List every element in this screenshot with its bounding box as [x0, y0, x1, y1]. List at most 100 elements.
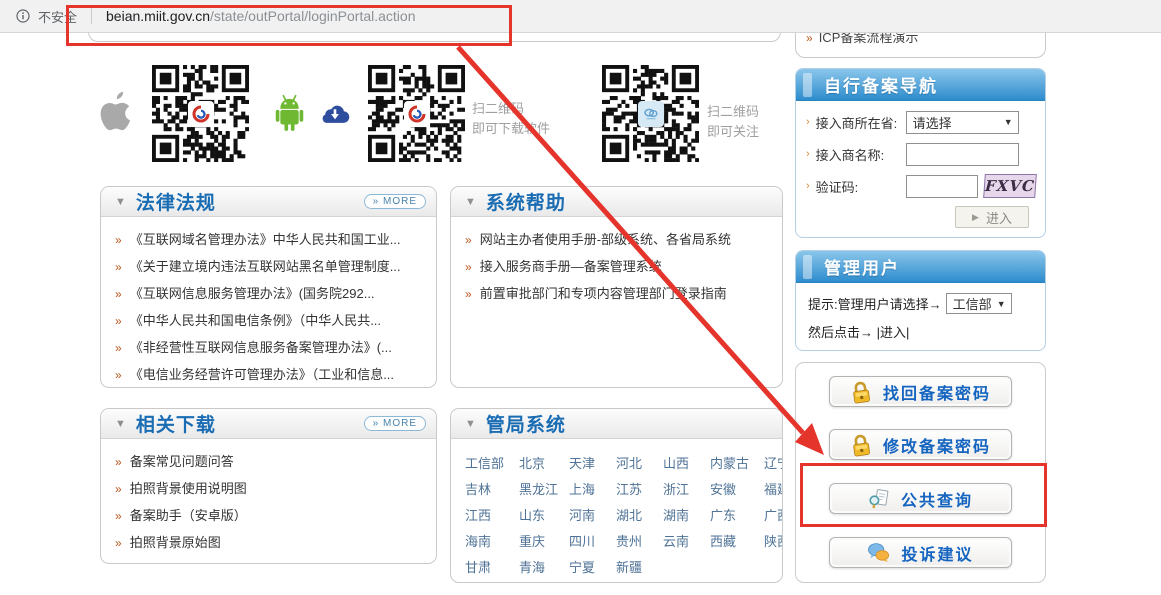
admin-user-select[interactable]: 工信部 ▼	[946, 293, 1012, 314]
bureau-link[interactable]: 上海	[569, 477, 616, 503]
lock-icon	[850, 380, 872, 404]
beian-swirl-logo-icon	[188, 101, 214, 127]
enter-button-label: 进入	[986, 208, 1012, 227]
bureau-link[interactable]: 吉林	[465, 477, 519, 503]
panel-title: 相关下载	[136, 410, 216, 437]
bureau-link[interactable]: 北京	[519, 451, 569, 477]
complaints-button[interactable]: 投诉建议	[829, 537, 1012, 568]
bureau-link[interactable]: 青海	[519, 555, 569, 581]
bureau-link[interactable]: 工信部	[465, 451, 519, 477]
search-doc-icon	[868, 488, 890, 510]
bureau-link[interactable]: 陕西	[764, 529, 783, 555]
caret-down-icon: ▼	[465, 418, 476, 430]
law-link-label: 《互联网信息服务管理办法》(国务院292...	[130, 286, 375, 301]
security-label: 不安全	[38, 7, 77, 26]
captcha-input[interactable]	[906, 175, 978, 198]
help-link[interactable]: »接入服务商手册—备案管理系统	[461, 253, 772, 280]
bureau-link[interactable]: 西藏	[710, 529, 764, 555]
button-label: 公共查询	[901, 487, 973, 511]
bureau-link[interactable]: 宁夏	[569, 555, 616, 581]
bureau-link[interactable]: 海南	[465, 529, 519, 555]
bullet-icon: »	[465, 287, 472, 301]
bureau-link[interactable]: 河南	[569, 503, 616, 529]
law-link[interactable]: »《中华人民共和国电信条例》（中华人民共...	[111, 307, 426, 334]
bureau-link[interactable]: 安徽	[710, 477, 764, 503]
bureau-link[interactable]: 江西	[465, 503, 519, 529]
law-link[interactable]: »《非经营性互联网信息服务备案管理办法》(...	[111, 334, 426, 361]
bullet-icon: »	[465, 233, 472, 247]
chat-icon	[867, 542, 890, 563]
more-button[interactable]: » MORE	[364, 194, 426, 209]
enter-button[interactable]: ▶ 进入	[955, 206, 1029, 228]
lock-icon	[850, 433, 872, 457]
help-link[interactable]: » 前置审批部门和专项内容管理部门登录指南	[461, 280, 772, 307]
public-query-button[interactable]: 公共查询	[829, 483, 1012, 514]
panel-self-filing-nav: 自行备案导航 › 接入商所在省: 请选择 ▼ › 接入商名称: › 验证码: F…	[795, 68, 1046, 238]
qr-code-android-download	[368, 65, 465, 162]
field-label: 接入商名称:	[816, 145, 906, 164]
bureau-link[interactable]: 辽宁	[764, 451, 783, 477]
bureau-link[interactable]: 天津	[569, 451, 616, 477]
bureau-link[interactable]: 山东	[519, 503, 569, 529]
download-link[interactable]: »备案常见问题问答	[111, 448, 426, 475]
help-link-label: 前置审批部门和专项内容管理部门登录指南	[480, 286, 727, 301]
law-link-label: 《电信业务经营许可管理办法》（工业和信息...	[130, 367, 394, 382]
button-label: 投诉建议	[901, 541, 973, 565]
bureau-link[interactable]: 浙江	[663, 477, 710, 503]
bureau-link[interactable]: 甘肃	[465, 555, 519, 581]
captcha-image[interactable]: FXVC	[983, 174, 1037, 198]
url-text[interactable]: beian.miit.gov.cn/state/outPortal/loginP…	[91, 8, 415, 24]
download-link-label: 拍照背景使用说明图	[130, 481, 247, 496]
bureau-link[interactable]: 黑龙江	[519, 477, 569, 503]
bullet-icon: »	[115, 260, 122, 274]
bureau-link[interactable]: 河北	[616, 451, 663, 477]
bullet-icon: »	[115, 233, 122, 247]
bullet-icon: »	[115, 482, 122, 496]
panel-title: 管理用户	[824, 254, 900, 279]
isp-province-select[interactable]: 请选择 ▼	[906, 111, 1019, 134]
law-link-label: 《非经营性互联网信息服务备案管理办法》(...	[130, 340, 392, 355]
bullet-icon: »	[115, 314, 122, 328]
isp-name-input[interactable]	[906, 143, 1019, 166]
bureau-link[interactable]: 广东	[710, 503, 764, 529]
law-link[interactable]: »《电信业务经营许可管理办法》（工业和信息...	[111, 361, 426, 388]
panel-admin-users: 管理用户 提示:管理用户请选择→ 工信部 ▼ 然后点击→ |进入|	[795, 250, 1046, 351]
bureau-link[interactable]: 广西	[764, 503, 783, 529]
panel-title: 自行备案导航	[824, 72, 938, 97]
more-button[interactable]: » MORE	[364, 416, 426, 431]
bureau-link[interactable]: 重庆	[519, 529, 569, 555]
bullet-icon: »	[115, 287, 122, 301]
panel-bureau: ▼ 管局系统 工信部北京天津河北山西内蒙古辽宁吉林黑龙江上海江苏浙江安徽福建江西…	[450, 408, 783, 583]
download-link[interactable]: » 拍照背景使用说明图	[111, 475, 426, 502]
bureau-link[interactable]: 福建	[764, 477, 783, 503]
law-link[interactable]: »《关于建立境内违法互联网站黑名单管理制度...	[111, 253, 426, 280]
bureau-link[interactable]: 云南	[663, 529, 710, 555]
browser-address-bar[interactable]: 不安全 beian.miit.gov.cn/state/outPortal/lo…	[0, 0, 1161, 33]
law-link[interactable]: » 《互联网信息服务管理办法》(国务院292...	[111, 280, 426, 307]
panel-title: 管局系统	[486, 410, 566, 437]
law-link-label: 《互联网域名管理办法》中华人民共和国工业...	[130, 232, 401, 247]
download-link[interactable]: »备案助手（安卓版）	[111, 502, 426, 529]
download-link-label: 拍照背景原始图	[130, 535, 221, 550]
bureau-link[interactable]: 湖南	[663, 503, 710, 529]
help-link[interactable]: »网站主办者使用手册-部级系统、各省局系统	[461, 226, 772, 253]
info-icon[interactable]	[16, 9, 30, 23]
follow-qr-caption: 扫二维码 即可关注	[707, 102, 759, 142]
qr-code-wechat-follow	[602, 65, 699, 162]
bureau-link[interactable]: 四川	[569, 529, 616, 555]
bureau-link[interactable]: 山西	[663, 451, 710, 477]
bureau-link[interactable]: 江苏	[616, 477, 663, 503]
bureau-link[interactable]: 新疆	[616, 555, 663, 581]
panel-laws-header: ▼ 法律法规 » MORE	[101, 187, 436, 217]
bureau-link[interactable]: 贵州	[616, 529, 663, 555]
download-qr-caption: 扫二维码 即可下载软件	[472, 99, 550, 139]
retrieve-password-button[interactable]: 找回备案密码	[829, 376, 1012, 407]
admin-enter-hint[interactable]: 然后点击→ |进入|	[808, 322, 909, 341]
download-link[interactable]: »拍照背景原始图	[111, 529, 426, 556]
law-link[interactable]: » 《互联网域名管理办法》中华人民共和国工业...	[111, 226, 426, 253]
change-password-button[interactable]: 修改备案密码	[829, 429, 1012, 460]
bureau-link[interactable]: 湖北	[616, 503, 663, 529]
panel-admin-users-header: 管理用户	[796, 251, 1045, 283]
caret-down-icon: ▼	[465, 196, 476, 208]
bureau-link[interactable]: 内蒙古	[710, 451, 764, 477]
